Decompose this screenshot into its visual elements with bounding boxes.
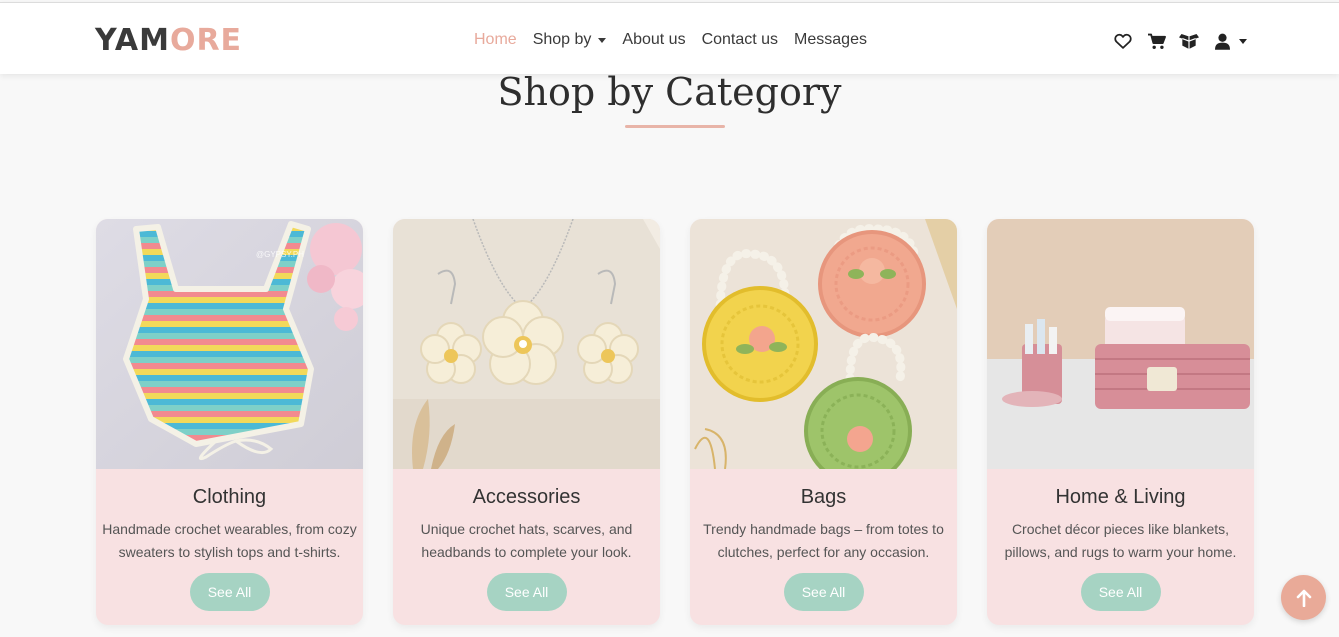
nav-shop-by-label: Shop by [532, 31, 592, 48]
nav-home-label: Home [474, 31, 517, 48]
category-description: Handmade crochet wearables, from cozy sw… [102, 521, 357, 560]
see-all-button[interactable]: See All [189, 573, 270, 611]
nav-contact-us[interactable]: Contact us [702, 29, 778, 51]
nav-shop-by-dropdown[interactable]: Shop by [533, 29, 607, 51]
category-image-bags[interactable] [690, 219, 957, 469]
nav-about-label: About us [622, 31, 686, 48]
user-menu-caret-icon[interactable] [1239, 38, 1247, 44]
nav-icons [1113, 31, 1247, 51]
see-all-button[interactable]: See All [1080, 573, 1161, 611]
category-description: Trendy handmade bags – from totes to clu… [703, 521, 944, 560]
heart-icon[interactable] [1113, 31, 1133, 51]
box-icon[interactable] [1179, 31, 1199, 51]
brand-logo[interactable]: YAMORE [95, 23, 242, 59]
back-to-top-button[interactable] [1281, 575, 1326, 620]
see-all-button[interactable]: See All [486, 573, 567, 611]
arrow-up-icon [1296, 589, 1311, 607]
section-title: Shop by Category [497, 70, 842, 114]
nav-contact-label: Contact us [701, 31, 779, 48]
category-card-bags: Bags Trendy handmade bags – from totes t… [690, 219, 957, 625]
category-description: Crochet décor pieces like blankets, pill… [1004, 521, 1237, 560]
image-watermark: @GYPSY.PH [256, 250, 304, 259]
category-image-accessories[interactable] [393, 219, 660, 469]
category-card-accessories: Accessories Unique crochet hats, scarves… [393, 219, 660, 625]
nav-messages-label: Messages [794, 31, 867, 48]
category-image-home-living[interactable] [987, 219, 1254, 469]
navbar: YAMORE Home Shop by About us Contact us … [0, 2, 1339, 74]
category-title: Bags [800, 486, 847, 508]
nav-messages[interactable]: Messages [794, 29, 867, 51]
title-underline [625, 125, 725, 128]
category-description: Unique crochet hats, scarves, and headba… [420, 521, 633, 560]
category-title: Home & Living [1055, 486, 1186, 508]
chevron-down-icon [598, 37, 607, 43]
category-title: Clothing [192, 486, 267, 508]
category-card-clothing: @GYPSY.PH Clothing Handmade crochet wear… [96, 219, 363, 625]
category-title: Accessories [472, 486, 581, 508]
logo-text-part1: YAM [95, 23, 170, 58]
nav-home[interactable]: Home [474, 29, 517, 51]
see-all-button[interactable]: See All [783, 573, 864, 611]
user-icon[interactable] [1212, 31, 1232, 51]
nav-links: Home Shop by About us Contact us Message… [474, 29, 883, 51]
category-cards: @GYPSY.PH Clothing Handmade crochet wear… [96, 219, 1284, 625]
category-card-home-living: Home & Living Crochet décor pieces like … [987, 219, 1254, 625]
category-image-clothing[interactable]: @GYPSY.PH [96, 219, 363, 469]
logo-text-part2: ORE [169, 23, 243, 58]
cart-icon[interactable] [1146, 31, 1166, 51]
nav-about-us[interactable]: About us [622, 29, 685, 51]
